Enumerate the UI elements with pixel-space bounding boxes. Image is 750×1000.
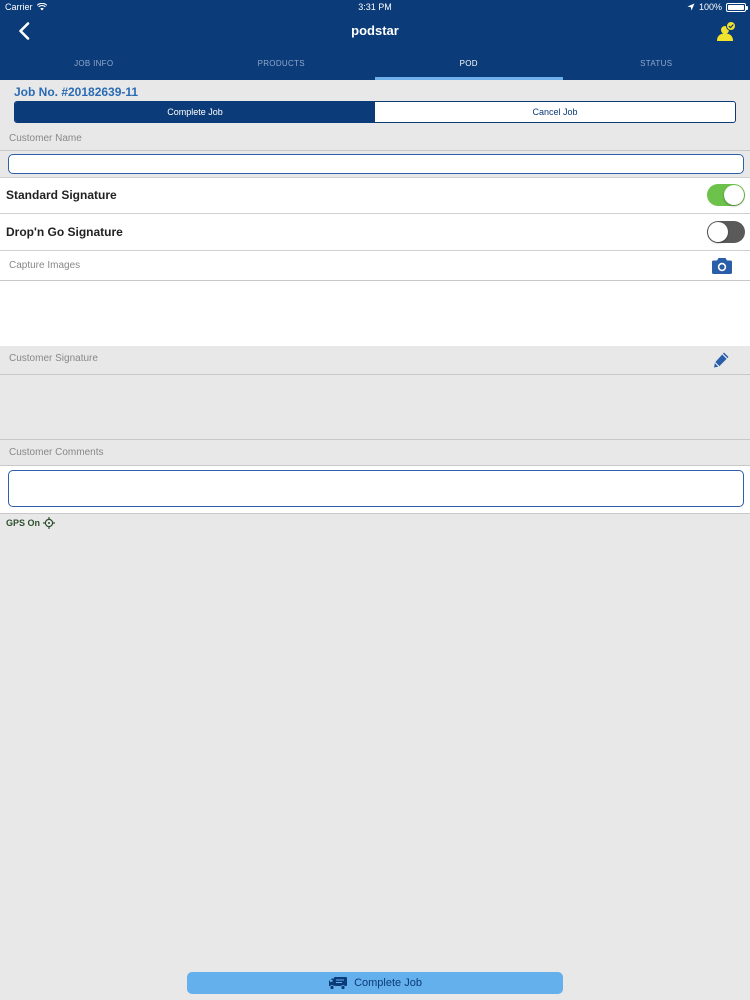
tab-pod[interactable]: POD xyxy=(375,48,563,80)
status-bar: Carrier 3:31 PM 100% xyxy=(0,0,750,14)
gps-status: GPS On xyxy=(6,517,56,529)
top-bar: Carrier 3:31 PM 100% podstar JOB INFO PR… xyxy=(0,0,750,80)
customer-comments-label: Customer Comments xyxy=(9,447,104,458)
gps-label: GPS On xyxy=(6,518,41,528)
customer-comments-input[interactable] xyxy=(8,470,744,507)
tab-job-info[interactable]: JOB INFO xyxy=(0,48,188,80)
customer-name-label: Customer Name xyxy=(9,133,82,144)
complete-job-segment[interactable]: Complete Job xyxy=(15,102,375,122)
complete-job-label: Complete Job xyxy=(354,977,422,989)
complete-job-button[interactable]: Complete Job xyxy=(187,972,563,994)
location-arrow-icon xyxy=(687,3,695,11)
divider xyxy=(0,439,750,440)
delivery-truck-icon xyxy=(329,977,348,990)
standard-signature-row: Standard Signature xyxy=(0,177,750,213)
status-time: 3:31 PM xyxy=(358,2,392,12)
divider xyxy=(0,150,750,151)
signature-area[interactable] xyxy=(0,375,750,439)
battery-icon xyxy=(726,2,748,12)
driver-user-button[interactable] xyxy=(714,20,738,42)
dropngo-signature-toggle[interactable] xyxy=(707,221,745,243)
customer-signature-label: Customer Signature xyxy=(9,353,98,364)
job-number: Job No. #20182639-11 xyxy=(14,85,139,99)
customer-name-input[interactable] xyxy=(8,154,744,174)
status-right: 100% xyxy=(687,2,748,12)
divider xyxy=(0,280,750,281)
battery-percent: 100% xyxy=(698,2,722,12)
capture-images-label: Capture Images xyxy=(9,260,81,271)
app-title: podstar xyxy=(351,23,399,38)
tab-products[interactable]: PRODUCTS xyxy=(188,48,376,80)
job-action-segmented-control: Complete Job Cancel Job xyxy=(14,101,736,123)
dropngo-signature-row: Drop'n Go Signature xyxy=(0,213,750,250)
nav-bar: podstar xyxy=(0,14,750,48)
capture-images-section: Capture Images xyxy=(0,250,750,346)
dropngo-signature-label: Drop'n Go Signature xyxy=(6,225,123,239)
divider xyxy=(0,513,750,514)
driver-user-icon xyxy=(717,21,736,41)
standard-signature-toggle[interactable] xyxy=(707,184,745,206)
standard-signature-label: Standard Signature xyxy=(6,188,117,202)
cancel-job-segment[interactable]: Cancel Job xyxy=(375,102,735,122)
pen-icon[interactable] xyxy=(712,351,730,369)
tab-bar: JOB INFO PRODUCTS POD STATUS xyxy=(0,48,750,80)
tab-status[interactable]: STATUS xyxy=(563,48,750,80)
crosshair-icon xyxy=(43,517,56,529)
camera-icon[interactable] xyxy=(711,257,733,275)
